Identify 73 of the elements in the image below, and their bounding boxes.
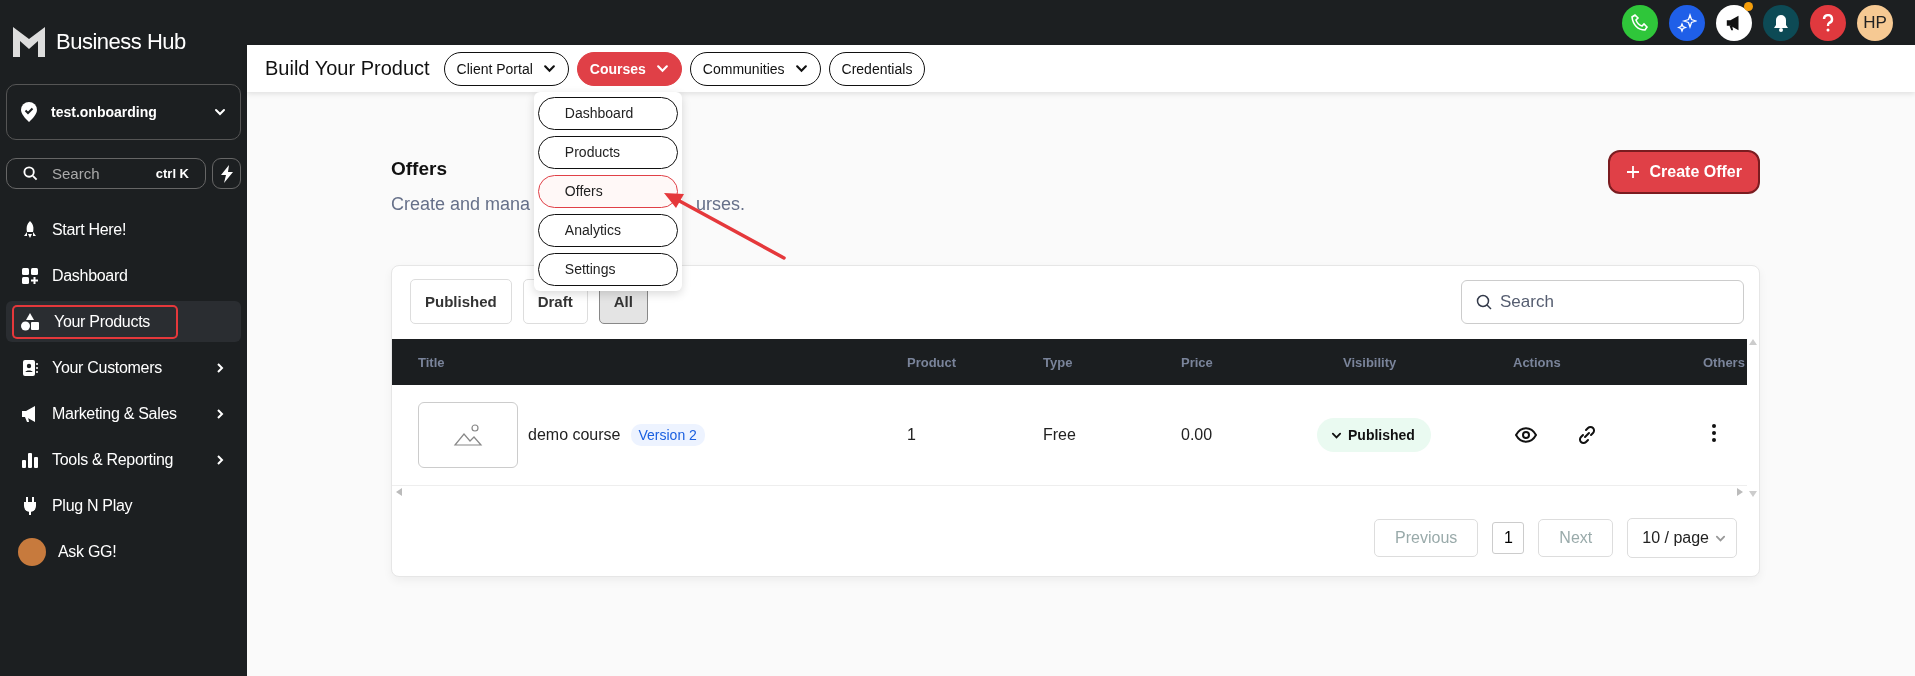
link-icon[interactable] (1577, 425, 1597, 445)
page-size-select[interactable]: 10 / page (1627, 518, 1737, 558)
sidebar-item[interactable]: Tools & Reporting (6, 439, 241, 480)
page-subtitle: urses. (696, 194, 746, 215)
brand-name: Business Hub (56, 29, 186, 55)
search-icon (1476, 293, 1492, 310)
column-header: Actions (1512, 354, 1562, 370)
sidebar-item[interactable]: Ask GG! (6, 531, 241, 572)
scroll-down-icon (1749, 491, 1757, 497)
account-selector[interactable]: test.onboarding (6, 84, 241, 140)
sidebar-item[interactable]: Your Products (6, 301, 241, 342)
user-avatar[interactable]: HP (1857, 4, 1893, 41)
nav-tab[interactable]: Communities (689, 51, 821, 86)
column-header: Type (1042, 354, 1074, 370)
sidebar-item[interactable]: Dashboard (6, 255, 241, 296)
bell-icon (1772, 13, 1790, 32)
notifications-button[interactable] (1763, 4, 1799, 41)
help-button[interactable] (1810, 4, 1846, 41)
column-header: Others (1702, 354, 1746, 370)
menu-item[interactable]: Products (537, 135, 678, 169)
visibility-status[interactable]: Published (1317, 418, 1431, 452)
chevron-down-icon (214, 106, 226, 118)
column-header: Title (417, 354, 446, 370)
lightning-icon (219, 164, 234, 183)
contact-book-icon (20, 357, 40, 378)
menu-item[interactable]: Dashboard (537, 96, 678, 130)
help-icon (1822, 13, 1834, 32)
search-icon (23, 166, 38, 181)
create-offer-button[interactable]: Create Offer (1607, 150, 1760, 194)
shapes-icon (20, 311, 40, 332)
column-header: Price (1180, 354, 1214, 370)
nav-tab[interactable]: Courses (576, 51, 682, 86)
column-header: Product (907, 354, 958, 370)
more-options-icon[interactable] (1711, 423, 1717, 443)
nav-tab[interactable]: Client Portal (443, 51, 569, 86)
sidebar-search[interactable]: Search ctrl K (6, 158, 206, 189)
scroll-left-icon (396, 488, 402, 496)
page-header-title: Build Your Product (265, 57, 430, 80)
sidebar-item[interactable]: Your Customers (6, 347, 241, 388)
view-icon[interactable] (1515, 427, 1537, 443)
phone-button[interactable] (1622, 4, 1658, 41)
table-cell-text: 0.00 (1180, 426, 1214, 444)
version-badge: Version 2 (630, 424, 705, 446)
image-icon (453, 423, 483, 447)
plus-icon (1625, 165, 1640, 179)
table-cell-text: 1 (907, 426, 917, 444)
logo-icon (12, 26, 46, 58)
announcements-button[interactable] (1716, 4, 1752, 41)
search-field[interactable]: Search (1461, 279, 1744, 324)
nav-tab[interactable]: Credentials (828, 51, 926, 86)
column-header: Visibility (1342, 354, 1398, 370)
page-number[interactable]: 1 (1492, 522, 1525, 554)
scroll-up-icon (1749, 339, 1757, 345)
search-input[interactable]: Search (1498, 290, 1702, 313)
filter-button[interactable]: Published (410, 279, 512, 324)
page-title: Offers (391, 158, 448, 180)
sidebar-item[interactable]: Marketing & Sales (6, 393, 241, 434)
page-subtitle: Create and mana (391, 194, 531, 215)
table-cell-text: Free (1042, 426, 1077, 444)
scroll-right-icon (1737, 488, 1743, 496)
grid-plus-icon (20, 265, 40, 286)
menu-item[interactable]: Settings (537, 252, 678, 286)
menu-item[interactable]: Analytics (537, 213, 678, 247)
phone-icon (1631, 13, 1649, 32)
sparkles-icon (1677, 12, 1697, 33)
sidebar-item[interactable]: Plug N Play (6, 485, 241, 526)
avatar (18, 537, 46, 566)
course-title: demo course (528, 426, 621, 444)
menu-item[interactable]: Offers (537, 174, 678, 208)
quick-actions-button[interactable] (212, 158, 241, 189)
location-pin-icon (21, 102, 37, 122)
sidebar-item[interactable]: Start Here! (6, 209, 241, 250)
ai-button[interactable] (1669, 4, 1705, 41)
